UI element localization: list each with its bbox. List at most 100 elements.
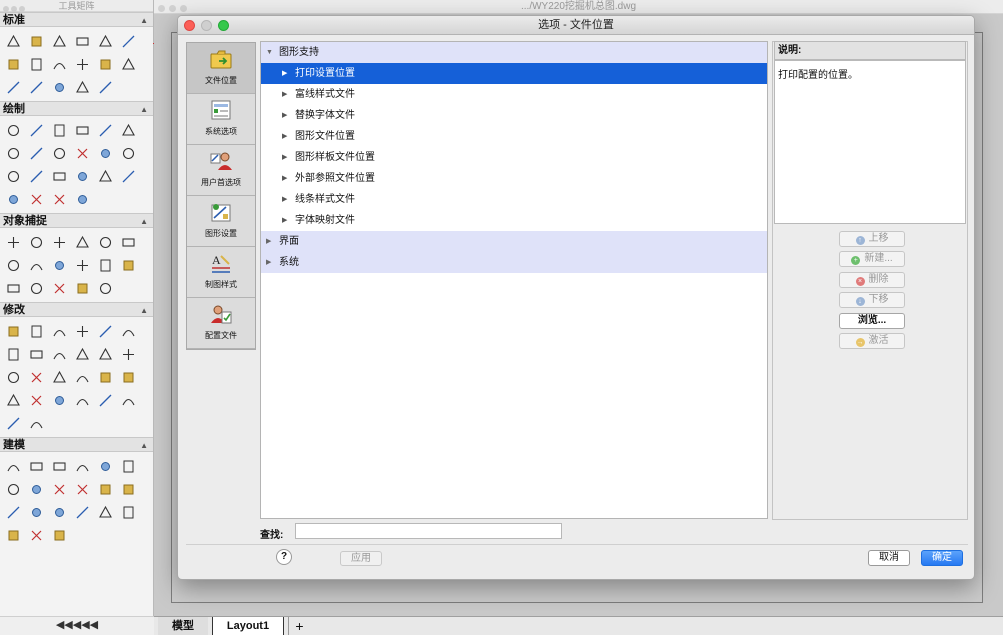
- section-icon[interactable]: [117, 501, 140, 524]
- collapse-triangle-icon[interactable]: ▲: [140, 14, 148, 28]
- break-icon[interactable]: [48, 366, 71, 389]
- cone-icon[interactable]: [25, 455, 48, 478]
- snap-none-icon[interactable]: [25, 277, 48, 300]
- pan-icon[interactable]: [2, 76, 25, 99]
- text-icon[interactable]: [94, 165, 117, 188]
- design-center-icon[interactable]: [71, 76, 94, 99]
- zoom-button[interactable]: [218, 20, 229, 31]
- render-icon[interactable]: [48, 524, 71, 547]
- zoom-realtime-icon[interactable]: [48, 76, 71, 99]
- snap-extension-icon[interactable]: [94, 231, 117, 254]
- region-icon[interactable]: [71, 165, 94, 188]
- side-button[interactable]: → 激活: [839, 333, 905, 349]
- tree-item-row[interactable]: ▶ 打印设置位置: [261, 63, 767, 84]
- pyramid-icon[interactable]: [71, 455, 94, 478]
- category-item[interactable]: 用户首选项: [187, 145, 255, 196]
- table-icon[interactable]: [2, 165, 25, 188]
- collapse-triangle-icon[interactable]: ▲: [140, 439, 148, 453]
- attribute-icon[interactable]: [25, 412, 48, 435]
- new-file-icon[interactable]: [2, 30, 25, 53]
- cancel-button[interactable]: 取消: [868, 550, 910, 566]
- tree-item-row[interactable]: ▶ 图形样板文件位置: [261, 147, 767, 168]
- slice-icon[interactable]: [2, 524, 25, 547]
- tab-layout1[interactable]: Layout1: [212, 617, 284, 635]
- trim-icon[interactable]: [2, 366, 25, 389]
- construction-line-icon[interactable]: [25, 119, 48, 142]
- mirror-icon[interactable]: [48, 320, 71, 343]
- disclosure-triangle-icon[interactable]: ▶: [266, 252, 271, 273]
- point-icon[interactable]: [71, 142, 94, 165]
- save-icon[interactable]: [48, 30, 71, 53]
- category-item[interactable]: 系统选项: [187, 94, 255, 145]
- interfere-icon[interactable]: [25, 524, 48, 547]
- polyline-icon[interactable]: [48, 142, 71, 165]
- snap-intersection-icon[interactable]: [48, 231, 71, 254]
- sweep-icon[interactable]: [94, 478, 117, 501]
- mtext-icon[interactable]: [117, 165, 140, 188]
- revision-cloud-icon[interactable]: [94, 119, 117, 142]
- array-rect-icon[interactable]: [2, 343, 25, 366]
- snap-node-icon[interactable]: [71, 254, 94, 277]
- palette-section-header[interactable]: 建模 ▲: [0, 437, 153, 452]
- palette-section-header[interactable]: 修改 ▲: [0, 302, 153, 317]
- category-item[interactable]: A 制图样式: [187, 247, 255, 298]
- rectangle-icon[interactable]: [71, 119, 94, 142]
- tree-item-row[interactable]: ▶ 图形文件位置: [261, 126, 767, 147]
- move-icon[interactable]: [25, 343, 48, 366]
- copy-icon[interactable]: [25, 53, 48, 76]
- tree-group-row[interactable]: ▶ 系统: [261, 252, 767, 273]
- extend-icon[interactable]: [25, 366, 48, 389]
- array-icon[interactable]: [94, 320, 117, 343]
- expanded-triangle-icon[interactable]: ▼: [266, 42, 273, 63]
- snap-endpoint-icon[interactable]: [2, 231, 25, 254]
- side-button[interactable]: ↑ 上移: [839, 231, 905, 247]
- side-button[interactable]: ↓ 下移: [839, 292, 905, 308]
- sphere-icon[interactable]: [94, 455, 117, 478]
- snap-settings-icon[interactable]: [94, 277, 117, 300]
- snap-apparent-icon[interactable]: [71, 231, 94, 254]
- explode-icon[interactable]: [117, 366, 140, 389]
- snap-perpendicular-icon[interactable]: [117, 231, 140, 254]
- line-icon[interactable]: [2, 119, 25, 142]
- tree-group-row[interactable]: ▶ 界面: [261, 231, 767, 252]
- side-button[interactable]: × 删除: [839, 272, 905, 288]
- disclosure-triangle-icon[interactable]: ▶: [282, 105, 287, 126]
- arc-icon[interactable]: [117, 119, 140, 142]
- category-item[interactable]: 配置文件: [187, 298, 255, 349]
- open-folder-icon[interactable]: [25, 30, 48, 53]
- snap-from-icon[interactable]: [48, 277, 71, 300]
- palette-collapse-button[interactable]: ◀◀◀◀◀: [0, 616, 154, 635]
- blend-icon[interactable]: [94, 389, 117, 412]
- side-button[interactable]: 浏览...: [839, 313, 905, 329]
- side-button[interactable]: + 新建...: [839, 251, 905, 267]
- union-icon[interactable]: [48, 501, 71, 524]
- undo-icon[interactable]: [94, 53, 117, 76]
- tree-group-row[interactable]: ▼ 图形支持: [261, 42, 767, 63]
- text-edit-icon[interactable]: [94, 366, 117, 389]
- snap-parallel-icon[interactable]: [2, 277, 25, 300]
- snap-quadrant-icon[interactable]: [48, 254, 71, 277]
- donut-icon[interactable]: [2, 142, 25, 165]
- snap-temp-icon[interactable]: [71, 277, 94, 300]
- snap-midpoint-icon[interactable]: [25, 231, 48, 254]
- polygon-icon[interactable]: [71, 188, 94, 211]
- smooth-icon[interactable]: [117, 389, 140, 412]
- disclosure-triangle-icon[interactable]: ▶: [282, 189, 287, 210]
- snap-nearest-icon[interactable]: [117, 254, 140, 277]
- disclosure-triangle-icon[interactable]: ▶: [282, 168, 287, 189]
- stretch-icon[interactable]: [94, 343, 117, 366]
- revolve-icon[interactable]: [2, 501, 25, 524]
- chamfer-icon[interactable]: [25, 389, 48, 412]
- torus-icon[interactable]: [117, 455, 140, 478]
- helix-icon[interactable]: [25, 501, 48, 524]
- snap-insert-icon[interactable]: [94, 254, 117, 277]
- file-location-tree[interactable]: ▼ 图形支持 ▶ 打印设置位置 ▶ 富线样式文件 ▶ 替换字体文件 ▶ 图形文件位置 ▶ 图形样板文件…: [260, 41, 768, 519]
- orbit-icon[interactable]: [25, 76, 48, 99]
- palette-section-header[interactable]: 绘制 ▲: [0, 101, 153, 116]
- arc-edit-icon[interactable]: [117, 343, 140, 366]
- disclosure-triangle-icon[interactable]: ▶: [282, 84, 287, 105]
- ellipse-arc-icon[interactable]: [48, 188, 71, 211]
- circle-icon[interactable]: [48, 119, 71, 142]
- plot-icon[interactable]: [94, 30, 117, 53]
- tab-model[interactable]: 模型: [158, 617, 208, 635]
